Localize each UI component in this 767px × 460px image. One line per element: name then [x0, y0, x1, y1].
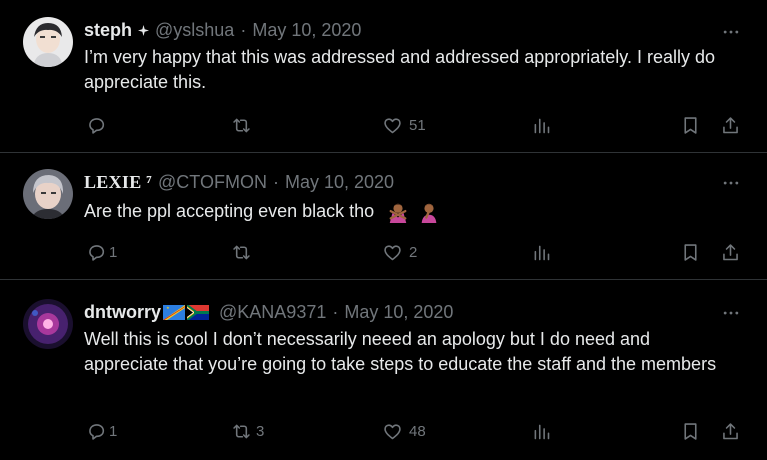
display-name[interactable]: steph — [84, 20, 132, 41]
like-count: 51 — [409, 116, 426, 134]
tweet-3[interactable]: dntworry @KANA9371 · May 10, 2020 Well t… — [0, 280, 767, 460]
bookmark-button[interactable] — [680, 240, 701, 264]
retweet-count: 3 — [256, 422, 265, 440]
share-button[interactable] — [720, 419, 741, 443]
bookmark-button[interactable] — [680, 419, 701, 443]
views-icon — [534, 245, 550, 260]
share-icon — [723, 243, 738, 260]
retweet-icon — [233, 424, 250, 438]
share-icon — [723, 116, 738, 133]
tweet-header: dntworry @KANA9371 · May 10, 2020 — [84, 300, 453, 324]
retweet-button[interactable] — [231, 240, 258, 264]
action-bar: 1 3 48 — [0, 419, 767, 443]
more-icon[interactable] — [719, 173, 743, 193]
bookmark-button[interactable] — [680, 113, 701, 137]
tweet-text: Well this is cool I don’t necessarily ne… — [84, 329, 717, 374]
separator: · — [272, 171, 279, 192]
like-button[interactable]: 51 — [382, 113, 426, 137]
timestamp[interactable]: May 10, 2020 — [285, 172, 394, 193]
retweet-icon — [233, 245, 250, 259]
tweet-1[interactable]: steph @yslshua · May 10, 2020 I’m very h… — [0, 0, 767, 153]
like-icon — [384, 244, 401, 260]
avatar[interactable] — [23, 17, 73, 67]
like-icon — [384, 117, 401, 133]
avatar[interactable] — [23, 169, 73, 219]
like-count: 48 — [409, 422, 426, 440]
tweet-header: steph @yslshua · May 10, 2020 — [84, 18, 361, 42]
reply-button[interactable] — [86, 113, 113, 137]
views-button[interactable] — [531, 240, 552, 264]
handle[interactable]: @CTOFMON — [158, 172, 267, 193]
tweet-2[interactable]: LEXIE ⁷ @CTOFMON · May 10, 2020 Are the … — [0, 153, 767, 280]
tweet-header: LEXIE ⁷ @CTOFMON · May 10, 2020 — [84, 170, 394, 194]
like-icon — [384, 423, 401, 439]
like-button[interactable]: 2 — [382, 240, 417, 264]
more-icon[interactable] — [719, 303, 743, 323]
bookmark-icon — [684, 243, 697, 261]
retweet-icon — [233, 118, 250, 132]
tweet-text-content: Are the ppl accepting even black tho — [84, 201, 375, 221]
retweet-button[interactable]: 3 — [231, 419, 264, 443]
views-icon — [534, 424, 550, 439]
separator: · — [240, 19, 247, 40]
reply-icon — [89, 117, 105, 134]
avatar[interactable] — [23, 299, 73, 349]
views-icon — [534, 118, 550, 133]
share-button[interactable] — [720, 113, 741, 137]
tweet-text: Are the ppl accepting even black tho — [84, 199, 744, 224]
flag-south-africa-icon — [187, 304, 210, 320]
reply-button[interactable]: 1 — [86, 419, 117, 443]
handle[interactable]: @KANA9371 — [219, 302, 326, 323]
reply-button[interactable]: 1 — [86, 240, 117, 264]
more-icon[interactable] — [719, 22, 743, 42]
timestamp[interactable]: May 10, 2020 — [344, 302, 453, 323]
display-name[interactable]: dntworry — [84, 302, 161, 323]
reply-icon — [89, 423, 105, 440]
views-button[interactable] — [531, 113, 552, 137]
reply-count: 1 — [109, 243, 118, 261]
share-button[interactable] — [720, 240, 741, 264]
woman-facepalming-emoji — [421, 204, 437, 224]
sparkle-icon — [138, 20, 150, 41]
bookmark-icon — [684, 422, 697, 440]
retweet-button[interactable] — [231, 113, 258, 137]
like-count: 2 — [409, 243, 418, 261]
reply-icon — [89, 244, 105, 261]
views-button[interactable] — [531, 419, 552, 443]
handle[interactable]: @yslshua — [155, 20, 234, 41]
reply-count: 1 — [109, 422, 118, 440]
bookmark-icon — [684, 116, 697, 134]
tweet-text: I’m very happy that this was addressed a… — [84, 47, 716, 92]
display-name[interactable]: LEXIE ⁷ — [84, 172, 152, 193]
separator: · — [332, 301, 339, 322]
share-icon — [723, 422, 738, 439]
woman-gesturing-no-emoji — [389, 204, 407, 224]
flag-dr-congo-icon — [163, 304, 186, 320]
like-button[interactable]: 48 — [382, 419, 426, 443]
timestamp[interactable]: May 10, 2020 — [252, 20, 361, 41]
action-bar: 1 2 — [0, 240, 767, 264]
action-bar: 51 — [0, 113, 767, 137]
